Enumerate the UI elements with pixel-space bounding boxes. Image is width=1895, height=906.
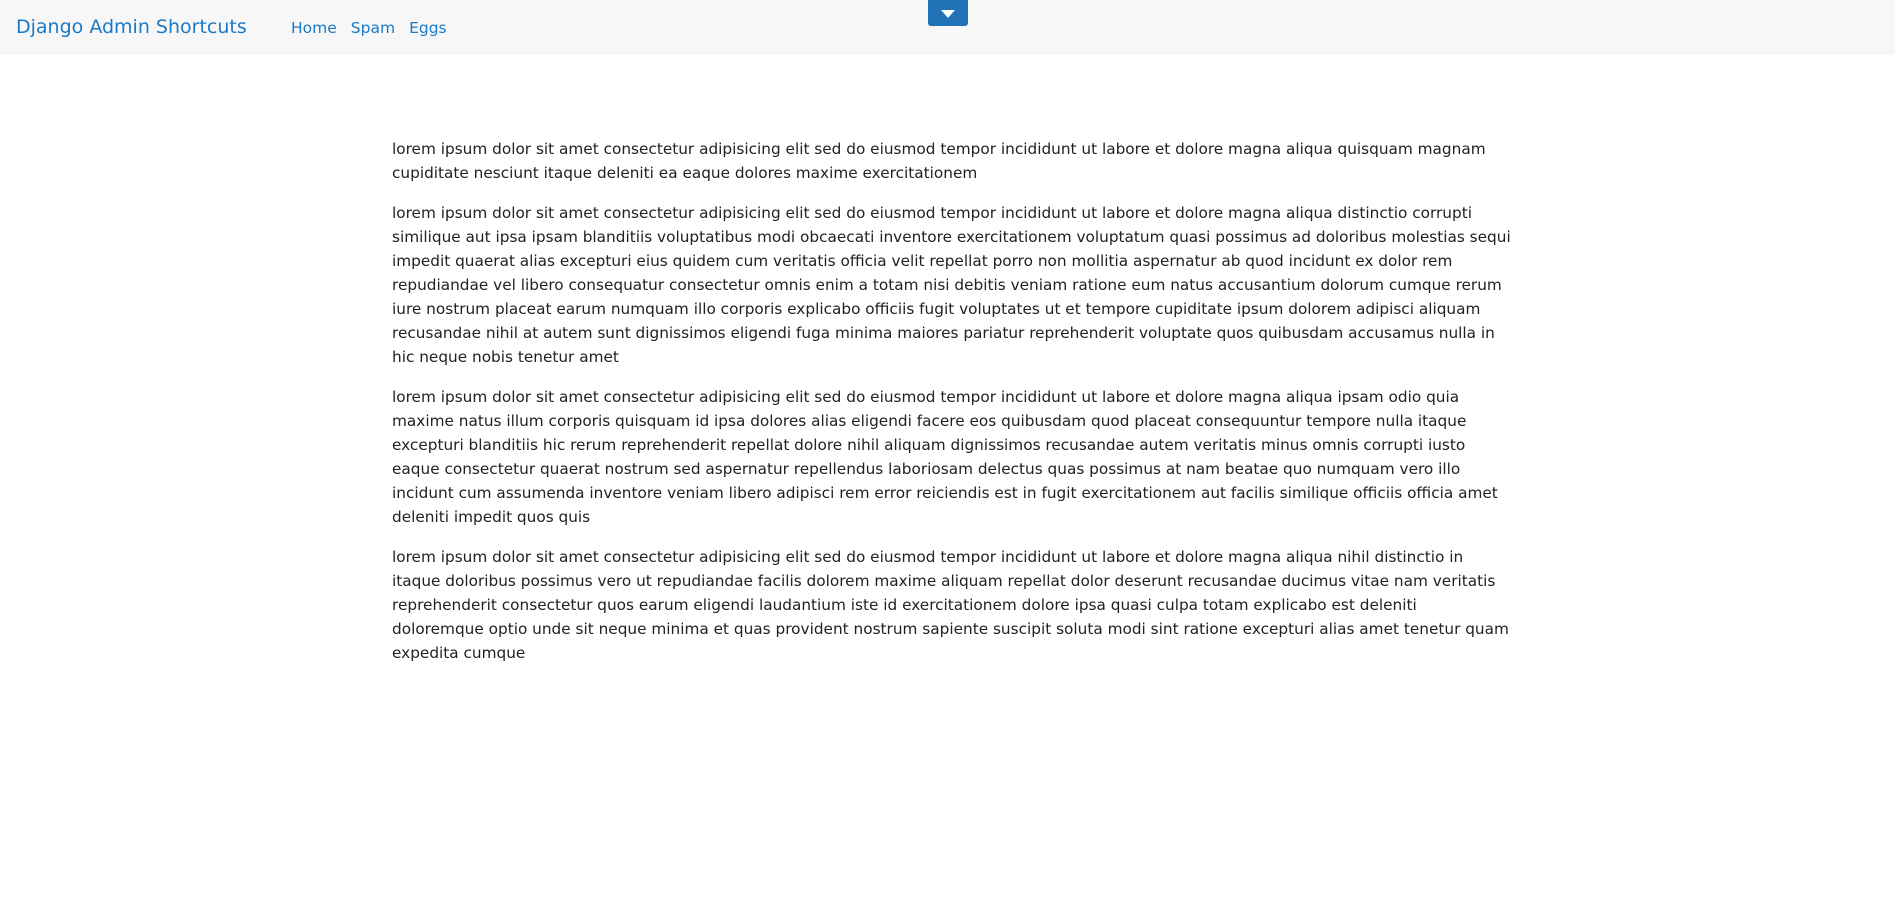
paragraph-3: lorem ipsum dolor sit amet consectetur a… [392,388,1498,526]
paragraph-4: lorem ipsum dolor sit amet consectetur a… [392,548,1509,662]
brand-link[interactable]: Django Admin Shortcuts [16,15,247,39]
paragraph-1: lorem ipsum dolor sit amet consectetur a… [392,140,1486,182]
shortcuts-dropdown-toggle[interactable] [928,0,968,26]
main-content: lorem ipsum dolor sit amet consectetur a… [392,137,1512,681]
navbar: Django Admin Shortcuts Home Spam Eggs [0,0,1895,55]
nav-link-home[interactable]: Home [291,18,337,38]
caret-down-icon [941,10,955,18]
paragraph-2: lorem ipsum dolor sit amet consectetur a… [392,204,1511,366]
nav-links: Home Spam Eggs [291,18,447,38]
nav-link-eggs[interactable]: Eggs [409,18,447,38]
nav-link-spam[interactable]: Spam [351,18,395,38]
